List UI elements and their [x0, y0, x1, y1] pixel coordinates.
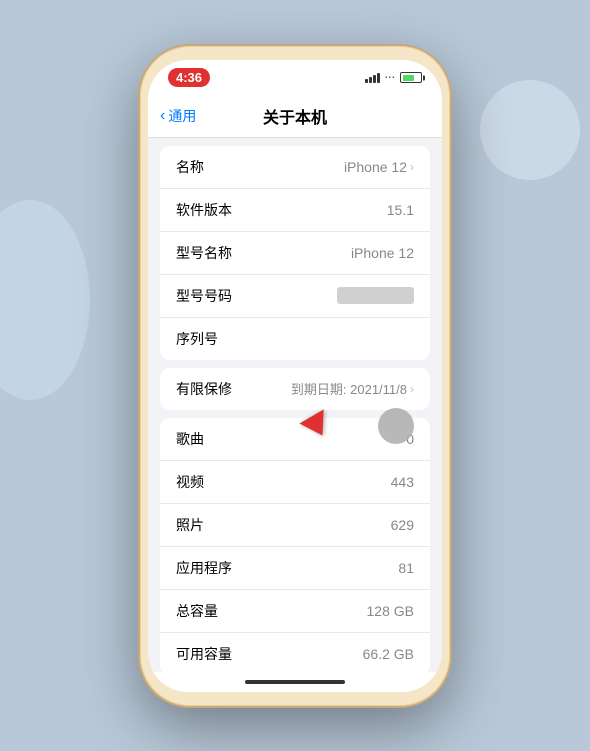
software-version-row: 软件版本 15.1 [160, 189, 430, 232]
status-bar: 4:36 ⋅⋅⋅ [148, 60, 442, 96]
name-chevron-icon: › [410, 160, 414, 174]
warranty-chevron-icon: › [410, 382, 414, 396]
videos-row: 视频 443 [160, 461, 430, 504]
software-version-label: 软件版本 [176, 200, 232, 220]
warranty-date: 到期日期: 2021/11/8 [291, 379, 407, 398]
bg-decoration-right [480, 80, 580, 180]
name-row[interactable]: 名称 iPhone 12 › [160, 146, 430, 189]
total-capacity-value: 128 GB [367, 603, 414, 619]
apps-label: 应用程序 [176, 558, 232, 578]
model-name-value: iPhone 12 [351, 245, 414, 261]
name-label: 名称 [176, 157, 204, 177]
warranty-group: 有限保修 到期日期: 2021/11/8 › [160, 368, 430, 410]
wifi-icon: ⋅⋅⋅ [385, 71, 396, 84]
name-value: iPhone 12 › [344, 159, 414, 175]
software-version-value: 15.1 [387, 202, 414, 218]
status-time: 4:36 [168, 68, 210, 87]
serial-number-row: 序列号 [160, 318, 430, 360]
status-icons: ⋅⋅⋅ [365, 71, 423, 84]
cursor-circle [378, 408, 414, 444]
phone-frame: 4:36 ⋅⋅⋅ ‹ 通用 关于本机 [140, 46, 450, 706]
apps-row: 应用程序 81 [160, 547, 430, 590]
songs-label: 歌曲 [176, 429, 204, 449]
total-capacity-label: 总容量 [176, 601, 218, 621]
available-capacity-row: 可用容量 66.2 GB [160, 633, 430, 672]
photos-row: 照片 629 [160, 504, 430, 547]
model-number-blurred: XXXXXXXX [337, 287, 414, 304]
videos-label: 视频 [176, 472, 204, 492]
page-title: 关于本机 [263, 104, 327, 128]
stats-group: 歌曲 0 视频 443 照片 629 应用程序 81 总容量 128 [160, 418, 430, 672]
warranty-value: 到期日期: 2021/11/8 › [291, 379, 414, 398]
signal-icon [365, 73, 380, 83]
photos-value: 629 [391, 517, 414, 533]
battery-icon [400, 72, 422, 83]
back-chevron-icon: ‹ [160, 108, 165, 124]
videos-value: 443 [391, 474, 414, 490]
device-info-group: 名称 iPhone 12 › 软件版本 15.1 型号名称 iPhone 12 … [160, 146, 430, 360]
apps-value: 81 [398, 560, 414, 576]
model-name-row: 型号名称 iPhone 12 [160, 232, 430, 275]
home-bar [245, 680, 345, 684]
home-indicator [148, 672, 442, 692]
photos-label: 照片 [176, 515, 204, 535]
serial-number-label: 序列号 [176, 329, 218, 349]
content-scroll[interactable]: 名称 iPhone 12 › 软件版本 15.1 型号名称 iPhone 12 … [148, 138, 442, 672]
nav-bar: ‹ 通用 关于本机 [148, 96, 442, 138]
total-capacity-row: 总容量 128 GB [160, 590, 430, 633]
warranty-row[interactable]: 有限保修 到期日期: 2021/11/8 › [160, 368, 430, 410]
battery-fill [403, 75, 415, 81]
model-name-label: 型号名称 [176, 243, 232, 263]
back-button[interactable]: ‹ 通用 [160, 106, 196, 126]
model-number-row: 型号号码 XXXXXXXX [160, 275, 430, 318]
phone-screen: 4:36 ⋅⋅⋅ ‹ 通用 关于本机 [148, 60, 442, 692]
available-capacity-value: 66.2 GB [363, 646, 414, 662]
available-capacity-label: 可用容量 [176, 644, 232, 664]
back-label: 通用 [168, 106, 196, 126]
model-number-label: 型号号码 [176, 286, 232, 306]
model-number-value: XXXXXXXX [337, 287, 414, 304]
bg-decoration-left [0, 200, 90, 400]
warranty-label: 有限保修 [176, 379, 232, 399]
